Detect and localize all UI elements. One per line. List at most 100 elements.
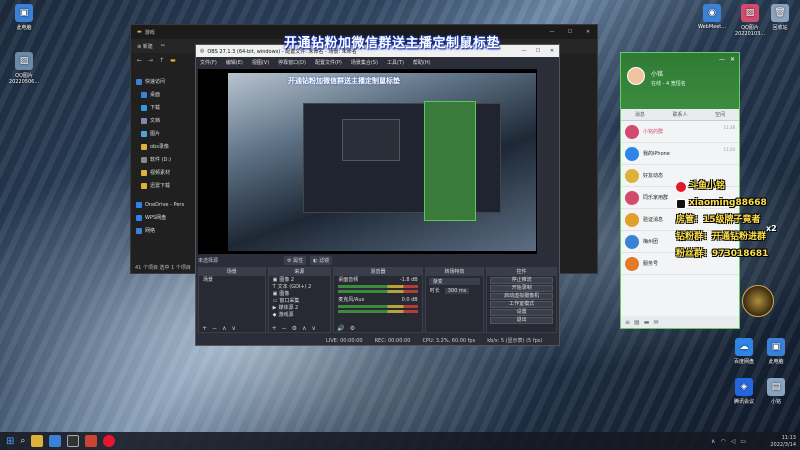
- nav-item-video-assets[interactable]: 视频素材: [133, 166, 195, 179]
- gear-icon[interactable]: ⚙: [350, 325, 355, 332]
- avatar[interactable]: [627, 67, 645, 85]
- group-icon: [625, 190, 639, 205]
- weibo-taskbar-icon[interactable]: [103, 435, 116, 447]
- stream-overlay: 斗鱼小铭 xiaoming88668 房管：15级牌子竟者 钻粉群：开通钻粉进群…: [676, 178, 768, 263]
- explorer-taskbar-icon[interactable]: [31, 435, 44, 447]
- obs-docks: 场景 场景 + − ∧ ∨ 来源 ▣ 图像 2 T 文本 (GDI+) 2 ▣ 图像 ▭ 窗口…: [198, 267, 557, 333]
- folder-icon[interactable]: ▬: [644, 319, 650, 326]
- exit-button[interactable]: 退出: [490, 317, 553, 324]
- emblem-icon: [742, 285, 774, 317]
- nav-item-drive-d[interactable]: 软件 (D:): [133, 153, 195, 166]
- close-icon[interactable]: ✕: [545, 48, 559, 54]
- desktop-icon-xiaoming[interactable]: ▤ 小铭: [754, 378, 798, 405]
- maximize-icon[interactable]: ☐: [561, 29, 579, 35]
- overlay-line: 粉丝群：973018681: [676, 249, 769, 259]
- transition-duration[interactable]: 时长 300 ms: [426, 287, 484, 294]
- search-icon[interactable]: ⌕: [20, 436, 25, 446]
- mail-icon[interactable]: ✉: [653, 319, 658, 326]
- scene-item[interactable]: 场景: [199, 276, 265, 283]
- move-down-icon[interactable]: ∨: [311, 325, 315, 332]
- menu-scene-collection[interactable]: 场景集合(S): [351, 59, 378, 66]
- wifi-icon[interactable]: ◠: [720, 438, 725, 445]
- menu-profile[interactable]: 配置文件(P): [315, 59, 342, 66]
- media-icon: ▶: [272, 304, 277, 311]
- tab-messages[interactable]: 消息: [635, 111, 645, 118]
- weibo-icon: [676, 181, 686, 192]
- minimize-icon[interactable]: —: [517, 48, 531, 54]
- source-item[interactable]: ▣ 图像: [269, 290, 331, 298]
- desktop-icon-qq-image[interactable]: ▨ QQ图片20220506...: [2, 52, 46, 85]
- clock[interactable]: 11:13 2022/3/14: [770, 435, 796, 449]
- desktop-icon-this-pc-2[interactable]: ▣ 此电脑: [754, 338, 798, 365]
- tab-space[interactable]: 空间: [715, 111, 725, 118]
- add-icon[interactable]: +: [272, 325, 277, 332]
- nav-item-xunlei-downloads[interactable]: 迅雷下载: [133, 179, 195, 192]
- settings-button[interactable]: 设置: [490, 309, 553, 316]
- minimize-icon[interactable]: —: [543, 29, 561, 35]
- chevron-up-icon[interactable]: ∧: [711, 438, 715, 445]
- forward-icon[interactable]: →: [148, 57, 153, 64]
- menu-icon[interactable]: ≡: [625, 319, 630, 326]
- close-icon[interactable]: ✕: [579, 29, 597, 35]
- desktop-icon-this-pc[interactable]: ▣ 此电脑: [2, 4, 46, 31]
- nav-item-obs-recordings[interactable]: obs录像: [133, 140, 195, 153]
- menu-edit[interactable]: 编辑(E): [226, 59, 243, 66]
- start-recording-button[interactable]: 开始录制: [490, 285, 553, 292]
- nav-item-desktop[interactable]: 桌面: [133, 88, 195, 101]
- virtual-camera-button[interactable]: 启动虚拟摄像机: [490, 293, 553, 300]
- cut-icon[interactable]: ✂: [161, 43, 165, 49]
- nav-item-pictures[interactable]: 图片: [133, 127, 195, 140]
- nav-item-quick-access[interactable]: 快速访问: [133, 75, 195, 88]
- obs-preview-sidebar: [537, 69, 557, 254]
- nav-item-network[interactable]: 网络: [133, 224, 195, 237]
- cpu-status: CPU: 3.2%, 60.00 fps: [422, 337, 476, 344]
- source-item[interactable]: ▣ 图像 2: [269, 276, 331, 284]
- remove-icon[interactable]: −: [282, 325, 287, 332]
- up-icon[interactable]: ↑: [159, 57, 164, 64]
- menu-tools[interactable]: 工具(T): [387, 59, 404, 66]
- obs-taskbar-icon[interactable]: [67, 435, 80, 447]
- close-icon[interactable]: ✕: [730, 56, 735, 63]
- move-up-icon[interactable]: ∧: [222, 325, 226, 332]
- menu-docks[interactable]: 停靠窗口(D): [278, 59, 306, 66]
- nav-item-onedrive[interactable]: OneDrive - Pers: [133, 198, 195, 211]
- transition-select[interactable]: 渐变: [428, 278, 481, 285]
- back-icon[interactable]: ←: [137, 57, 142, 64]
- add-icon[interactable]: +: [202, 325, 207, 332]
- source-item[interactable]: ▶ 媒体源 2: [269, 304, 331, 312]
- menu-view[interactable]: 视图(V): [252, 59, 269, 66]
- list-item[interactable]: 小铭的群 11:38: [621, 121, 739, 143]
- speaker-icon[interactable]: 🔊: [337, 325, 344, 332]
- nav-item-wps-cloud[interactable]: WPS网盘: [133, 211, 195, 224]
- image-icon: ▣: [272, 290, 278, 297]
- properties-button[interactable]: ⚙ 属性: [284, 256, 307, 265]
- speaker-icon[interactable]: ◁: [731, 438, 736, 445]
- gear-icon[interactable]: ⚙: [292, 325, 297, 332]
- source-item[interactable]: ▭ 窗口采集: [269, 297, 331, 305]
- source-item[interactable]: ◆ 游戏源: [269, 311, 331, 319]
- app-taskbar-icon[interactable]: [49, 435, 62, 447]
- source-item[interactable]: T 文本 (GDI+) 2: [269, 283, 331, 291]
- menu-help[interactable]: 帮助(H): [413, 59, 431, 66]
- tab-contacts[interactable]: 联系人: [672, 111, 687, 118]
- bell-icon: [625, 212, 639, 227]
- game-taskbar-icon[interactable]: [85, 435, 98, 447]
- remove-icon[interactable]: −: [212, 325, 217, 332]
- new-button[interactable]: ⊕ 新建: [137, 43, 153, 50]
- maximize-icon[interactable]: ☐: [531, 48, 545, 54]
- battery-icon[interactable]: ▭: [740, 438, 746, 445]
- filters-button[interactable]: ◐ 滤镜: [310, 256, 333, 265]
- minimize-icon[interactable]: —: [719, 56, 725, 63]
- start-icon[interactable]: ⊞: [6, 436, 14, 447]
- stop-streaming-button[interactable]: 停止推流: [490, 277, 553, 284]
- obs-preview-canvas[interactable]: 开通钻粉加微信群送主播定制鼠标垫: [198, 69, 537, 254]
- move-up-icon[interactable]: ∧: [302, 325, 306, 332]
- desktop-icon-recycle-bin[interactable]: 🗑 回收站: [758, 4, 800, 31]
- move-down-icon[interactable]: ∨: [231, 325, 235, 332]
- list-item[interactable]: 我的iPhone 11:20: [621, 143, 739, 165]
- nav-item-documents[interactable]: 文档: [133, 114, 195, 127]
- file-icon[interactable]: ▤: [634, 319, 640, 326]
- studio-mode-button[interactable]: 工作室模式: [490, 301, 553, 308]
- menu-file[interactable]: 文件(F): [200, 59, 217, 66]
- nav-item-downloads[interactable]: 下载: [133, 101, 195, 114]
